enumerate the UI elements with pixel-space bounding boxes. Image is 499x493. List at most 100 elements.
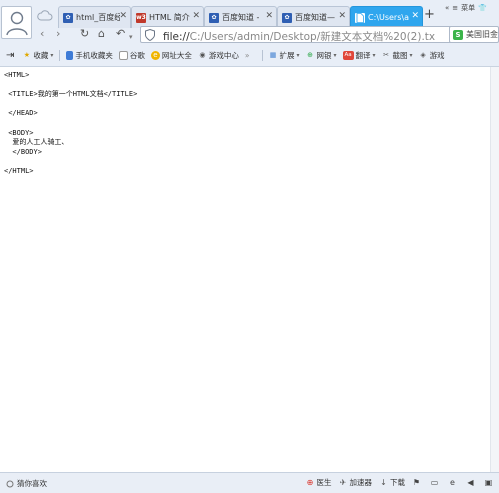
bookmark-favorites[interactable]: ★ 收藏 ▾	[22, 50, 54, 61]
w3-icon: w3	[136, 12, 146, 23]
undo-icon[interactable]: ↶	[116, 28, 125, 40]
menu-lines-icon[interactable]: ≡	[452, 4, 458, 12]
page-icon	[118, 50, 128, 60]
tab-html-intro[interactable]: w3 HTML 简介 ✕	[131, 6, 204, 28]
new-tab-button[interactable]: +	[424, 8, 435, 21]
star-icon: ★	[23, 51, 31, 59]
chevron-down-icon: ▾	[372, 51, 376, 59]
browser-icon[interactable]: e	[448, 478, 459, 487]
window-controls: « ≡ 菜单 👕	[445, 3, 490, 13]
divider	[261, 49, 263, 61]
status-label: 医生	[316, 478, 332, 487]
page-content: <HTML> <TITLE>我的第一个HTML文档</TITLE> </HEAD…	[0, 67, 490, 472]
scissors-icon: ✂	[383, 51, 389, 59]
user-icon	[5, 11, 28, 35]
game-icon: ◈	[420, 51, 426, 59]
tab-local-file[interactable]: C:\Users\a ✕	[350, 6, 423, 28]
toolbar-bank[interactable]: ⊕ 网银 ▾	[306, 50, 336, 61]
tab-label: C:\Users\a	[368, 13, 409, 22]
document-source-text: <HTML> <TITLE>我的第一个HTML文档</TITLE> </HEAD…	[4, 71, 138, 175]
toolbar-label: 网银	[316, 50, 332, 60]
undo-dropdown-icon[interactable]: ▾	[129, 31, 133, 43]
bookmark-sites[interactable]: e 网址大全	[150, 50, 192, 61]
status-bar: 猜你喜欢 ⊕ 医生 ✈ 加速器 ↓ 下载 ⚑ ▭ e ◀ ▣	[0, 472, 499, 493]
close-icon[interactable]: ✕	[265, 12, 273, 21]
tab-label: 百度知道 -	[222, 13, 260, 22]
status-tools: ⊕ 医生 ✈ 加速器 ↓ 下载 ⚑ ▭ e ◀ ▣	[299, 477, 496, 488]
close-icon[interactable]: ✕	[192, 12, 200, 21]
gamepad-icon: ◉	[199, 51, 206, 59]
tab-baidu-zhidao-2[interactable]: ✿ 百度知道— ✕	[277, 6, 350, 28]
status-accelerator[interactable]: ✈ 加速器	[339, 477, 373, 488]
baidu-paw-icon: ✿	[209, 12, 219, 23]
user-avatar[interactable]	[1, 6, 32, 39]
toolbar-screenshot[interactable]: ✂ 截图 ▾	[382, 50, 412, 61]
grid-icon: ▦	[269, 51, 277, 59]
refresh-icon[interactable]: ↻	[80, 28, 89, 40]
home-icon[interactable]: ⌂	[98, 28, 105, 40]
divider	[59, 49, 61, 61]
vertical-scrollbar[interactable]	[490, 67, 499, 472]
tab-label: html_百度经	[76, 13, 120, 22]
url-text[interactable]: file://C:/Users/admin/Desktop/新建文本文档%20(…	[163, 29, 438, 44]
flag-icon[interactable]: ⚑	[412, 478, 423, 487]
back-icon[interactable]: ‹	[40, 28, 44, 40]
phone-icon	[66, 50, 74, 60]
toolbar-game[interactable]: ◈ 游戏	[419, 50, 445, 61]
navigation-bar: ‹ › ↻ ⌂ ↶ ▾ file://C:/Users/admin/Deskto…	[34, 26, 499, 44]
download-icon: ↓	[380, 478, 387, 487]
shirt-icon[interactable]: 👕	[478, 4, 487, 12]
status-label: 加速器	[349, 478, 373, 487]
doctor-icon: ⊕	[306, 478, 314, 487]
sidebar-toggle-icon[interactable]: ⇥	[6, 50, 14, 61]
close-icon[interactable]: ✕	[338, 12, 346, 21]
shield-icon	[145, 29, 155, 41]
baidu-paw-icon: ✿	[63, 12, 73, 23]
forward-icon[interactable]: ›	[56, 28, 60, 40]
search-text: 美国旧金	[466, 30, 498, 39]
close-icon[interactable]: ✕	[119, 12, 127, 21]
zoom-icon[interactable]: ▣	[484, 478, 495, 487]
toolbar-label: 截图	[392, 50, 408, 60]
toolbar-label: 扩展	[279, 50, 295, 60]
bookmark-label: 手机收藏夹	[75, 50, 113, 60]
globe-icon: e	[150, 50, 160, 60]
document-icon	[355, 12, 365, 23]
double-chevron-left-icon[interactable]: «	[445, 4, 449, 12]
status-label: 下载	[390, 478, 405, 487]
toolbar-label: 翻译	[355, 50, 371, 60]
bookmarks-bar: ⇥ ★ 收藏 ▾ 手机收藏夹 谷歌 e 网址大全 ◉ 游戏中心 » ▦ 扩展 ▾	[0, 46, 499, 64]
tab-strip: ✿ html_百度经 ✕ w3 HTML 简介 ✕ ✿ 百度知道 - ✕ ✿ 百…	[58, 6, 423, 28]
search-box[interactable]: S 美国旧金	[449, 26, 499, 43]
rocket-icon: ✈	[339, 478, 347, 487]
toolbar-extensions[interactable]: ▦ 扩展 ▾	[269, 50, 300, 61]
tab-label: HTML 简介	[149, 13, 190, 22]
menu-label[interactable]: 菜单	[461, 3, 475, 13]
toolbar-label: 游戏	[429, 50, 445, 60]
speaker-icon[interactable]: ◀	[466, 478, 477, 487]
baidu-paw-icon: ✿	[282, 12, 292, 23]
bookmark-label: 游戏中心	[208, 50, 239, 60]
recommendations[interactable]: 猜你喜欢	[6, 478, 47, 489]
tab-html-baidu[interactable]: ✿ html_百度经 ✕	[58, 6, 131, 28]
bookmark-mobile[interactable]: 手机收藏夹	[66, 50, 113, 61]
bookmark-label: 网址大全	[161, 50, 192, 60]
status-doctor[interactable]: ⊕ 医生	[306, 477, 332, 488]
screen-icon[interactable]: ▭	[430, 478, 441, 487]
bank-icon: ⊕	[307, 51, 313, 59]
address-bar[interactable]: file://C:/Users/admin/Desktop/新建文本文档%20(…	[140, 26, 462, 43]
double-chevron-right-icon[interactable]: »	[245, 51, 250, 60]
tab-baidu-zhidao-1[interactable]: ✿ 百度知道 - ✕	[204, 6, 277, 28]
chevron-down-icon: ▾	[296, 51, 300, 59]
chevron-down-icon: ▾	[50, 51, 54, 59]
cloud-icon[interactable]	[37, 9, 53, 21]
tab-label: 百度知道—	[295, 13, 335, 22]
search-engine-icon: S	[453, 29, 463, 40]
bookmark-google[interactable]: 谷歌	[118, 50, 145, 61]
toolbar-translate[interactable]: Aa 翻译 ▾	[342, 50, 376, 61]
translate-icon: Aa	[342, 50, 354, 60]
url-path: C:/Users/admin/Desktop/新建文本文档%20(2).tx	[189, 31, 436, 43]
status-download[interactable]: ↓ 下载	[379, 477, 405, 488]
bookmark-games[interactable]: ◉ 游戏中心	[198, 50, 239, 61]
close-icon[interactable]: ✕	[411, 12, 419, 21]
